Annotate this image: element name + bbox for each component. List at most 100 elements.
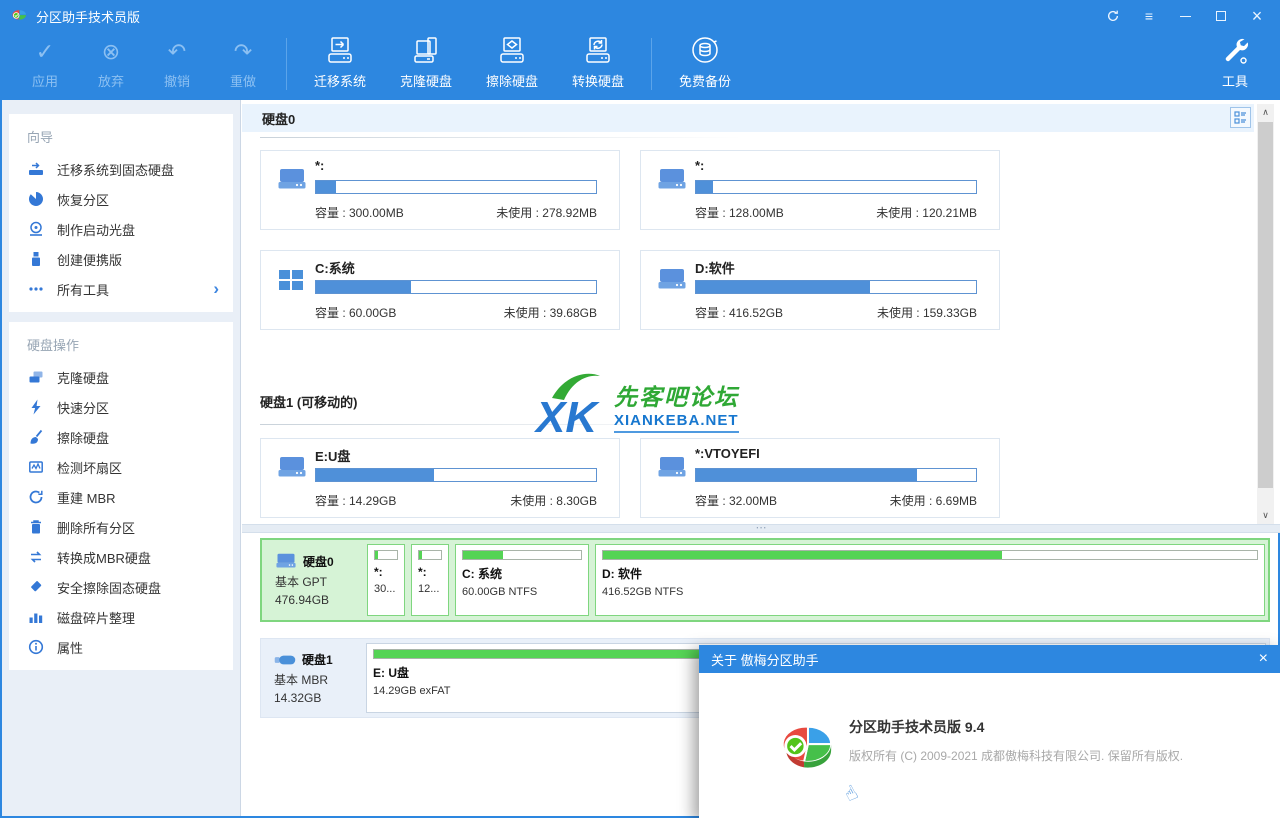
tools-button[interactable]: 工具 xyxy=(1202,34,1268,96)
capacity-text: 容量 : 32.00MB xyxy=(695,492,777,509)
erase-disk-button[interactable]: 擦除硬盘 xyxy=(469,34,555,96)
disk0-part-msr[interactable]: *: 12... xyxy=(411,544,449,616)
sidebar-item-defrag[interactable]: 磁盘碎片整理 xyxy=(9,602,233,632)
disk-partition-icon xyxy=(657,167,687,196)
partition-name: *: xyxy=(315,158,324,173)
disk0-row[interactable]: 硬盘0 基本 GPT 476.94GB *: 30... *: 12... C:… xyxy=(260,538,1270,622)
wizard-panel: 向导 迁移系统到固态硬盘 恢复分区 xyxy=(9,114,233,312)
disk0-part-d[interactable]: D: 软件 416.52GB NTFS xyxy=(595,544,1265,616)
toolbar-separator xyxy=(286,38,287,90)
sidebar-item-recover-partition[interactable]: 恢复分区 xyxy=(9,184,233,214)
scroll-down-icon[interactable]: ∨ xyxy=(1257,507,1274,524)
scroll-up-icon[interactable]: ∧ xyxy=(1257,104,1274,121)
scrollbar-thumb[interactable] xyxy=(1258,122,1273,488)
partition-name: *:VTOYEFI xyxy=(695,446,760,461)
disk-partition-icon xyxy=(657,267,687,296)
panel-splitter[interactable]: ⋯ xyxy=(242,524,1280,533)
sidebar-item-all-tools[interactable]: 所有工具 › xyxy=(9,274,233,304)
usage-bar xyxy=(315,468,597,482)
convert-disk-button[interactable]: 转换硬盘 xyxy=(555,34,641,96)
toolbar-separator xyxy=(651,38,652,90)
discard-button[interactable]: ⊗ 放弃 xyxy=(78,34,144,96)
bootable-cd-icon xyxy=(27,221,44,238)
sidebar-item-migrate-to-ssd[interactable]: 迁移系统到固态硬盘 xyxy=(9,154,233,184)
part-size: 30... xyxy=(374,583,398,595)
discard-cancel-icon: ⊗ xyxy=(102,34,120,67)
disk1-name: 硬盘1 xyxy=(302,651,333,668)
sidebar-item-quick-partition[interactable]: 快速分区 xyxy=(9,392,233,422)
usb-drive-icon xyxy=(27,251,44,268)
sidebar-item-bootable-cd[interactable]: 制作启动光盘 xyxy=(9,214,233,244)
sidebar-item-properties[interactable]: 属性 xyxy=(9,632,233,662)
partition-card-vtoyefi[interactable]: *:VTOYEFI 容量 : 32.00MB 未使用 : 6.69MB xyxy=(640,438,1000,518)
hand-pointer-icon: ☝ xyxy=(840,780,862,808)
redo-button[interactable]: ↷ 重做 xyxy=(210,34,276,96)
dialog-close-icon[interactable]: × xyxy=(1259,650,1268,668)
clone-disk-button[interactable]: 克隆硬盘 xyxy=(383,34,469,96)
convert-arrows-icon xyxy=(27,549,44,566)
partition-name: C:系统 xyxy=(315,258,355,277)
item-label: 属性 xyxy=(57,638,83,657)
disk0-section-header: 硬盘0 xyxy=(242,104,1254,132)
menu-icon[interactable]: ≡ xyxy=(1136,5,1162,27)
disk0-part-esp[interactable]: *: 30... xyxy=(367,544,405,616)
partition-name: E:U盘 xyxy=(315,446,350,465)
divider xyxy=(260,137,742,138)
capacity-text: 容量 : 60.00GB xyxy=(315,304,396,321)
clone-disk-icon xyxy=(27,369,44,386)
clone-disk-icon xyxy=(408,33,444,67)
usage-bar xyxy=(695,180,977,194)
partition-assistant-logo xyxy=(775,719,837,777)
refresh-icon[interactable] xyxy=(1100,5,1126,27)
partition-card-d[interactable]: D:软件 容量 : 416.52GB 未使用 : 159.33GB xyxy=(640,250,1000,330)
sidebar-item-clone-disk[interactable]: 克隆硬盘 xyxy=(9,362,233,392)
disk1-label: 硬盘1 基本 MBR 14.32GB xyxy=(261,639,363,717)
sidebar-item-create-portable[interactable]: 创建便携版 xyxy=(9,244,233,274)
item-label: 创建便携版 xyxy=(57,250,122,269)
part-label: C: 系统 xyxy=(462,565,582,582)
sidebar-item-check-bad-sectors[interactable]: 检测坏扇区 xyxy=(9,452,233,482)
partition-card-msr[interactable]: *: 容量 : 128.00MB 未使用 : 120.21MB xyxy=(640,150,1000,230)
disk0-label: 硬盘0 基本 GPT 476.94GB xyxy=(262,540,364,620)
migrate-label: 迁移系统 xyxy=(314,71,366,90)
capacity-text: 容量 : 14.29GB xyxy=(315,492,396,509)
dialog-title-bar[interactable]: 关于 傲梅分区助手 × xyxy=(699,645,1280,673)
item-label: 迁移系统到固态硬盘 xyxy=(57,160,174,179)
sidebar-item-secure-erase-ssd[interactable]: 安全擦除固态硬盘 xyxy=(9,572,233,602)
partition-card-e[interactable]: E:U盘 容量 : 14.29GB 未使用 : 8.30GB xyxy=(260,438,620,518)
disk1-meta: 基本 MBR xyxy=(274,671,363,688)
undo-label: 撤销 xyxy=(164,71,190,90)
disk0-meta: 基本 GPT xyxy=(275,573,364,590)
minimize-icon[interactable] xyxy=(1172,5,1198,27)
part-label: *: xyxy=(374,565,398,579)
app-logo-icon xyxy=(10,7,28,25)
dialog-body: 分区助手技术员版 9.4 版权所有 (C) 2009-2021 成都傲梅科技有限… xyxy=(699,673,1280,818)
item-label: 擦除硬盘 xyxy=(57,428,109,447)
close-icon[interactable]: × xyxy=(1244,5,1270,27)
partition-card-esp[interactable]: *: 容量 : 300.00MB 未使用 : 278.92MB xyxy=(260,150,620,230)
about-dialog: 关于 傲梅分区助手 × 分区助手技术员版 9.4 版权所有 (C) 2009-2… xyxy=(699,645,1280,818)
discard-label: 放弃 xyxy=(98,71,124,90)
part-label: *: xyxy=(418,565,442,579)
migrate-system-button[interactable]: 迁移系统 xyxy=(297,34,383,96)
disk-overview-panel: 硬盘0 *: 容量 : 300.00MB 未使用 : 278.92MB *: 容… xyxy=(242,100,1280,524)
free-backup-button[interactable]: 免费备份 xyxy=(662,34,748,96)
disk-partition-icon xyxy=(277,455,307,484)
view-toggle-button[interactable] xyxy=(1230,107,1251,128)
dialog-copyright: 版权所有 (C) 2009-2021 成都傲梅科技有限公司. 保留所有版权. xyxy=(849,747,1183,764)
undo-button[interactable]: ↶ 撤销 xyxy=(144,34,210,96)
apply-label: 应用 xyxy=(32,71,58,90)
part-size: 12... xyxy=(418,583,442,595)
dialog-title: 关于 傲梅分区助手 xyxy=(711,650,819,669)
disk0-part-c[interactable]: C: 系统 60.00GB NTFS xyxy=(455,544,589,616)
sidebar-item-rebuild-mbr[interactable]: 重建 MBR xyxy=(9,482,233,512)
sidebar-item-delete-all-partitions[interactable]: 删除所有分区 xyxy=(9,512,233,542)
apply-button[interactable]: ✓ 应用 xyxy=(12,34,78,96)
usage-bar xyxy=(462,550,582,560)
item-label: 快速分区 xyxy=(57,398,109,417)
sidebar-item-convert-to-mbr[interactable]: 转换成MBR硬盘 xyxy=(9,542,233,572)
vertical-scrollbar[interactable]: ∧ ∨ xyxy=(1257,104,1274,524)
sidebar-item-wipe-disk[interactable]: 擦除硬盘 xyxy=(9,422,233,452)
maximize-icon[interactable] xyxy=(1208,5,1234,27)
partition-card-c[interactable]: C:系统 容量 : 60.00GB 未使用 : 39.68GB xyxy=(260,250,620,330)
